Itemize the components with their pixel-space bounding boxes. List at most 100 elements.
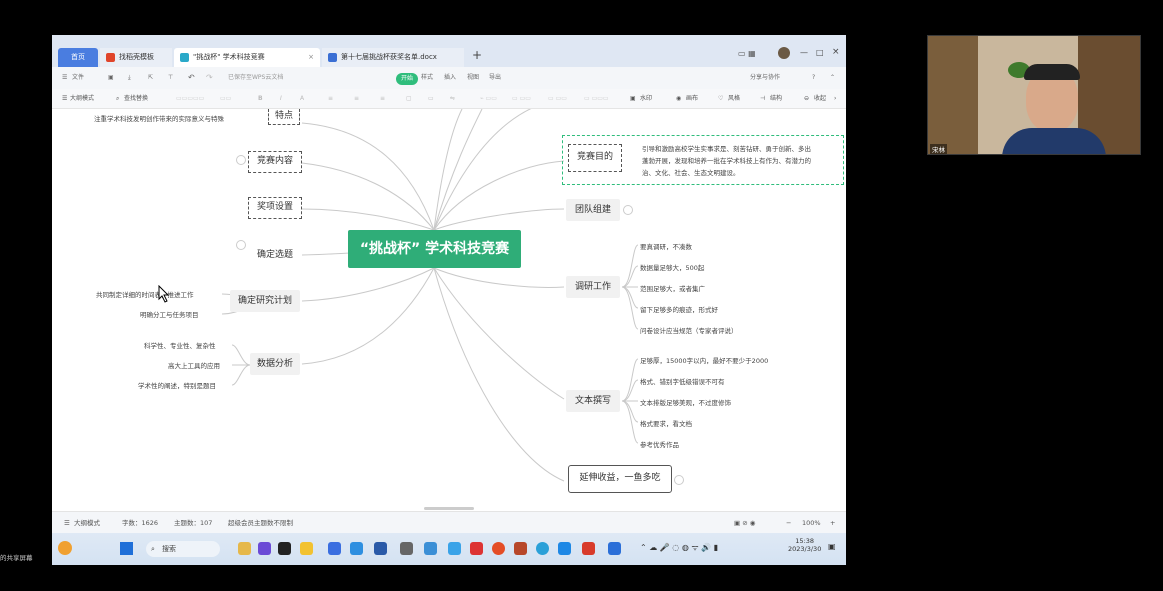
- italic-icon[interactable]: I: [280, 89, 282, 109]
- writing-leaf-1[interactable]: 足够厚，15000字以内，最好不要少于2000: [640, 355, 768, 365]
- tab-mindmap[interactable]: "挑战杯" 学术科技竞赛 ×: [174, 48, 320, 67]
- zoom-in-icon[interactable]: +: [830, 512, 835, 534]
- app-icon[interactable]: [448, 542, 461, 555]
- topic-competition-content[interactable]: 竞赛内容: [248, 151, 302, 173]
- goal-text-2[interactable]: 蓬勃开展，发现和培养一批在学术科技上有作为、有潜力的: [642, 155, 811, 165]
- style-theme-icon[interactable]: ♡: [718, 89, 723, 109]
- research-leaf-3[interactable]: 范围足够大，或者集广: [640, 283, 705, 293]
- align-left-icon[interactable]: ≡: [328, 89, 333, 109]
- watermark-icon[interactable]: ▣: [630, 89, 636, 109]
- collapse-button[interactable]: 收起: [814, 89, 826, 109]
- share-button[interactable]: 分享与协作: [750, 67, 780, 89]
- netease-music-icon[interactable]: [470, 542, 483, 555]
- analysis-leaf-3[interactable]: 学术性的阐述，特别是题目: [138, 380, 216, 390]
- font-color-icon[interactable]: A: [300, 89, 304, 109]
- topic-extended-benefits[interactable]: 延伸收益，一鱼多吃: [568, 465, 672, 493]
- topic-data-analysis[interactable]: 数据分析: [250, 353, 300, 375]
- outline-mode-button[interactable]: 大纲模式: [70, 89, 94, 109]
- notification-icon[interactable]: ▣: [828, 542, 836, 551]
- close-window-icon[interactable]: ×: [832, 47, 840, 57]
- analysis-leaf-1[interactable]: 科学性、专业性、复杂性: [144, 340, 216, 350]
- help-icon[interactable]: ?: [812, 67, 815, 89]
- menu-style[interactable]: 样式: [421, 67, 433, 89]
- research-leaf-1[interactable]: 要真调研，不凑数: [640, 241, 692, 251]
- central-topic[interactable]: “挑战杯” 学术科技竞赛: [348, 230, 521, 268]
- outline-mode-icon[interactable]: ☰: [64, 512, 70, 534]
- app-icon[interactable]: [328, 542, 341, 555]
- redo-icon[interactable]: ↷: [206, 67, 213, 89]
- tab-home[interactable]: 首页: [58, 48, 98, 67]
- style-button[interactable]: 风格: [728, 89, 740, 109]
- menu-insert[interactable]: 插入: [444, 67, 456, 89]
- app-icon[interactable]: [558, 542, 571, 555]
- border-icon[interactable]: ▭: [428, 89, 434, 109]
- minimize-icon[interactable]: —: [800, 48, 808, 57]
- clock[interactable]: 15:38 2023/3/30: [788, 537, 821, 553]
- tag-icon[interactable]: ▭ ▭▭▭: [584, 89, 609, 109]
- research-leaf-4[interactable]: 留下足够多的痕迹，形式好: [640, 304, 718, 314]
- app-icon[interactable]: [608, 542, 621, 555]
- topic-features[interactable]: 特点: [268, 109, 300, 125]
- search-icon[interactable]: ⌕: [116, 89, 119, 109]
- windows-start-icon[interactable]: [120, 542, 133, 555]
- style-icon[interactable]: ▢: [406, 89, 412, 109]
- taskbar-search-input[interactable]: ⌕ 搜索: [146, 541, 220, 557]
- goal-text-1[interactable]: 引导和激励高校学生实事求是、刻苦钻研、勇于创新、多出: [642, 143, 811, 153]
- canvas-icon[interactable]: ◉: [676, 89, 681, 109]
- goal-text-3[interactable]: 治、文化、社会、生态文明建设。: [642, 167, 740, 177]
- expand-icon[interactable]: [674, 475, 684, 485]
- app-icon[interactable]: [350, 542, 363, 555]
- wps-icon[interactable]: [582, 542, 595, 555]
- zoom-out-icon[interactable]: −: [786, 512, 791, 534]
- app-icon[interactable]: [238, 542, 251, 555]
- topic-competition-goal[interactable]: 竞赛目的: [568, 144, 622, 172]
- app-icon[interactable]: [278, 542, 291, 555]
- menu-start[interactable]: 开始: [396, 73, 419, 85]
- font-size-select[interactable]: ▭▭: [220, 89, 231, 109]
- topic-awards[interactable]: 奖项设置: [248, 197, 302, 219]
- topic-research-plan[interactable]: 确定研究计划: [230, 290, 300, 312]
- download-icon[interactable]: ⤓: [128, 67, 131, 89]
- app-icon[interactable]: [374, 542, 387, 555]
- topic-choose-subject[interactable]: 确定选题: [248, 245, 302, 265]
- link-icon[interactable]: ⌁ ▭▭: [480, 89, 497, 109]
- app-icon[interactable]: [258, 542, 271, 555]
- export-icon[interactable]: ⇱: [148, 67, 153, 89]
- weather-icon[interactable]: [58, 541, 72, 555]
- research-leaf-5[interactable]: 问卷设计应当规范（专家者评说）: [640, 325, 738, 335]
- plan-leaf-1[interactable]: 共同制定详细的时间表，推进工作: [96, 289, 194, 299]
- new-tab-icon[interactable]: +: [472, 48, 482, 62]
- tray-icons[interactable]: ⌃ ☁ 🎤 ◌ ◍ ᯤ 🔊 ▮: [640, 542, 718, 553]
- menu-export[interactable]: 导出: [489, 67, 501, 89]
- analysis-leaf-2[interactable]: 高大上工具的应用: [168, 360, 220, 370]
- topic-team-building[interactable]: 团队组建: [566, 199, 620, 221]
- format-icon[interactable]: ⊤: [168, 67, 173, 89]
- undo-icon[interactable]: ↶: [188, 67, 195, 89]
- watermark-button[interactable]: 水印: [640, 89, 652, 109]
- menu-file[interactable]: 文件: [72, 67, 84, 89]
- topic-research-work[interactable]: 调研工作: [566, 276, 620, 298]
- horizontal-scrollbar[interactable]: [424, 507, 474, 510]
- writing-leaf-3[interactable]: 文本排版足够美观，不过度修饰: [640, 397, 731, 407]
- features-leaf[interactable]: 注重学术科技发明创作带来的实际意义与特殊: [94, 113, 224, 123]
- maximize-icon[interactable]: □: [816, 48, 824, 57]
- menu-icon[interactable]: ☰: [62, 67, 67, 89]
- clear-format-icon[interactable]: ⇋: [450, 89, 455, 109]
- image-icon[interactable]: ▭ ▭▭: [548, 89, 567, 109]
- expand-icon[interactable]: [623, 205, 633, 215]
- mindmap-canvas[interactable]: “挑战杯” 学术科技竞赛 注重学术科技发明创作带来的实际意义与特殊 特点 竞赛内…: [52, 109, 846, 511]
- bold-icon[interactable]: B: [258, 89, 263, 109]
- more-icon[interactable]: ›: [834, 89, 836, 109]
- canvas-button[interactable]: 画布: [686, 89, 698, 109]
- font-family-select[interactable]: ▭▭▭▭▭: [176, 89, 204, 109]
- menu-view[interactable]: 视图: [467, 67, 479, 89]
- window-layout-icon[interactable]: ▭ ▦: [738, 49, 756, 58]
- save-icon[interactable]: ▣: [108, 67, 114, 89]
- topic-text-writing[interactable]: 文本撰写: [566, 390, 620, 412]
- collapse-ribbon-icon[interactable]: ⌃: [830, 67, 835, 89]
- office-icon[interactable]: [514, 542, 527, 555]
- collapse-icon[interactable]: ⊖: [804, 89, 809, 109]
- file-explorer-icon[interactable]: [300, 542, 313, 555]
- close-tab-icon[interactable]: ×: [308, 48, 314, 67]
- camera-icon[interactable]: [400, 542, 413, 555]
